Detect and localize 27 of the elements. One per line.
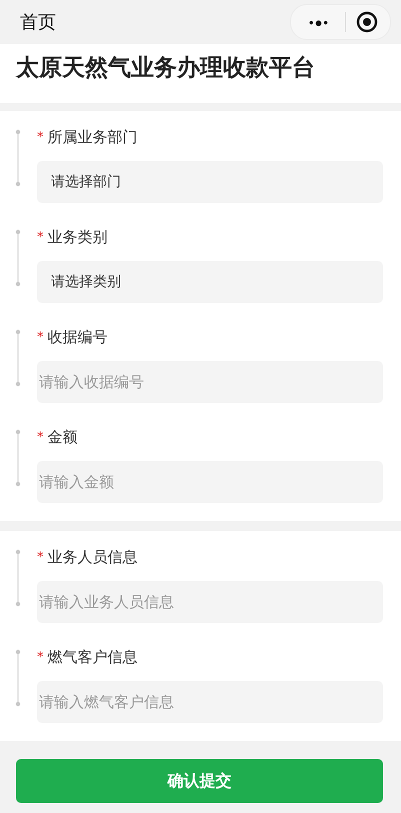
more-button[interactable]: •●• [303, 14, 335, 30]
required-mark: * [37, 650, 44, 664]
timeline-line [14, 429, 22, 487]
field-label: 所属业务部门 [48, 128, 138, 146]
input-field[interactable]: 请输入业务人员信息 [37, 581, 383, 623]
nav-title: 首页 [20, 11, 56, 34]
required-mark: * [37, 230, 44, 244]
input-field[interactable]: 请输入金额 [37, 461, 383, 503]
timeline-line [14, 329, 22, 387]
required-mark: * [37, 330, 44, 344]
input-field[interactable]: 请输入收据编号 [37, 361, 383, 403]
field-label: 燃气客户信息 [48, 648, 138, 666]
field-label: 业务人员信息 [48, 548, 138, 566]
input-field[interactable]: 请输入燃气客户信息 [37, 681, 383, 723]
timeline-line [14, 649, 22, 707]
timeline-line [14, 229, 22, 287]
field-label: 金额 [48, 428, 78, 446]
timeline-line [14, 129, 22, 187]
select-field[interactable]: 请选择部门 [37, 161, 383, 203]
page-title: 太原天然气业务办理收款平台 [16, 54, 316, 83]
required-mark: * [37, 430, 44, 444]
required-mark: * [37, 550, 44, 564]
field-label: 业务类别 [48, 228, 108, 246]
select-field[interactable]: 请选择类别 [37, 261, 383, 303]
field-label: 收据编号 [48, 328, 108, 346]
timeline-line [14, 549, 22, 607]
required-mark: * [37, 130, 44, 144]
